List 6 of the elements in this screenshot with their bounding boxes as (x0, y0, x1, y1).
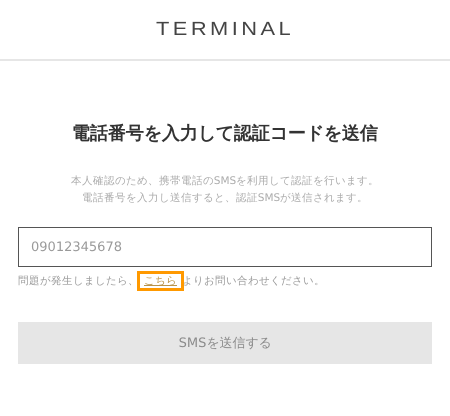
description-text: 本人確認のため、携帯電話のSMSを利用して認証を行います。 (70, 174, 380, 189)
contact-link[interactable]: こちら (140, 274, 181, 288)
logo-text: TERMINAL (156, 18, 294, 40)
description-text: 電話番号を入力し送信すると、認証SMSが送信されます。 (80, 191, 370, 206)
page-title: 電話番号を入力して認証コードを送信 (71, 122, 379, 145)
phone-input-field[interactable]: 09012345678 (18, 227, 432, 267)
